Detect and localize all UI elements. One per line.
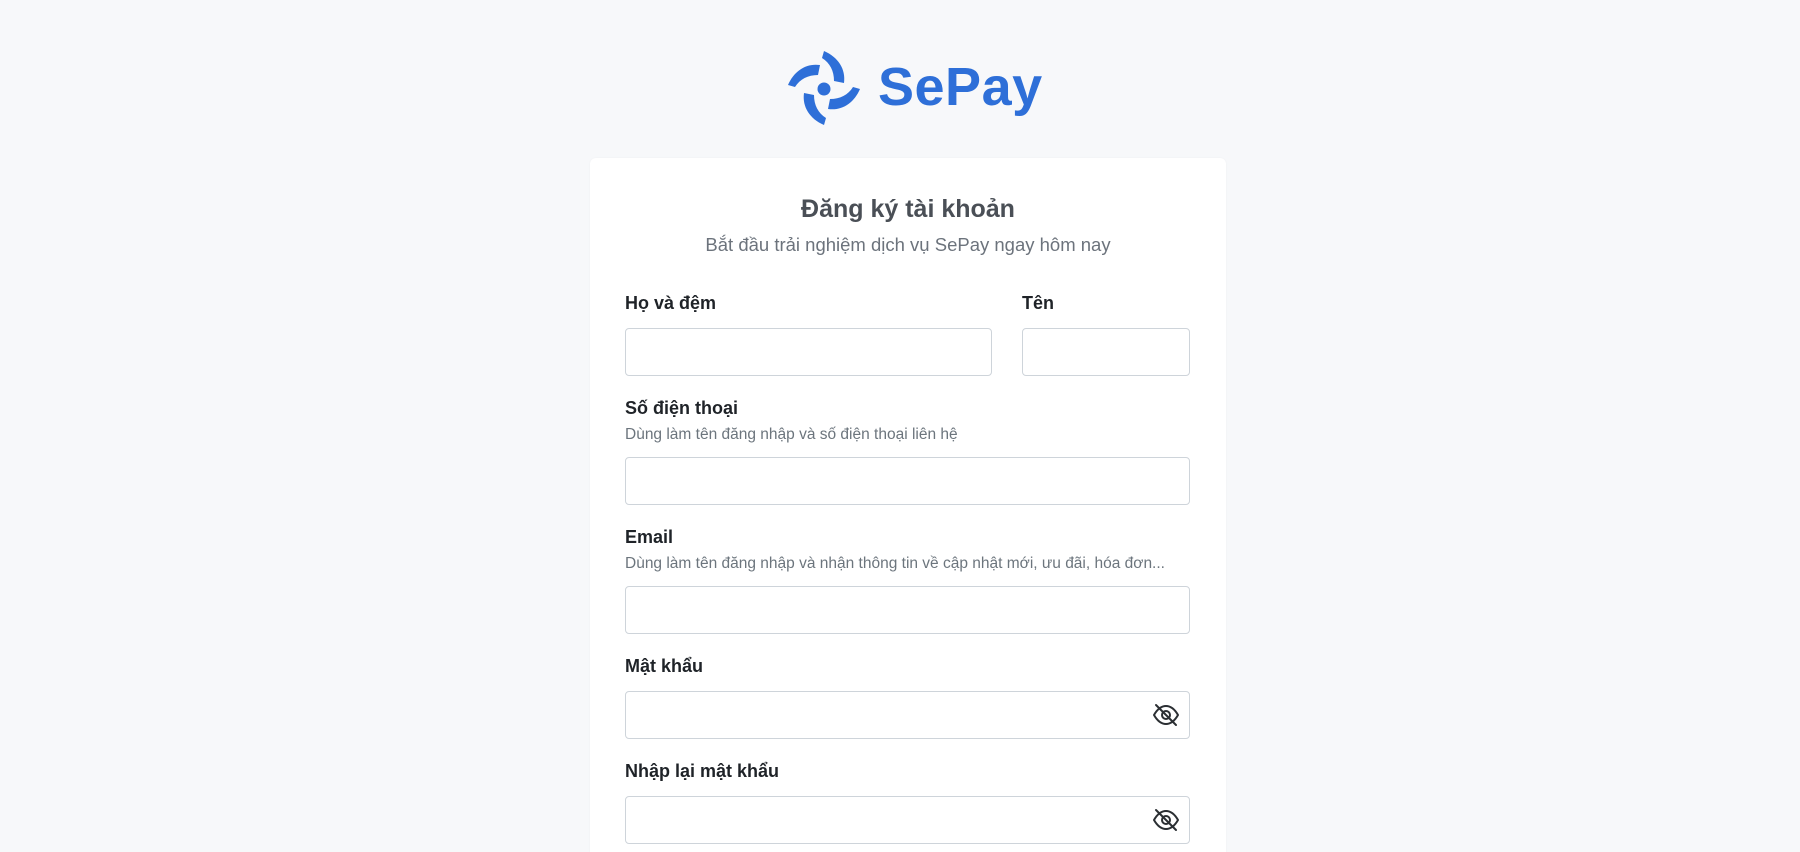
eye-slash-icon[interactable] (1152, 703, 1180, 727)
password-label: Mật khẩu (625, 656, 704, 676)
first-name-input[interactable] (1022, 328, 1190, 376)
sepay-logo-icon (788, 51, 860, 125)
signup-card: Đăng ký tài khoản Bắt đầu trải nghiệm dị… (590, 158, 1226, 852)
last-middle-name-input[interactable] (625, 328, 992, 376)
eye-slash-icon[interactable] (1152, 808, 1180, 832)
phone-input[interactable] (625, 457, 1190, 505)
phone-label: Số điện thoại (625, 398, 739, 418)
password-confirm-input[interactable] (625, 796, 1190, 844)
password-confirm-label: Nhập lại mật khẩu (625, 761, 780, 781)
email-label: Email (625, 527, 674, 547)
phone-hint: Dùng làm tên đăng nhập và số điện thoại … (625, 426, 958, 443)
brand-name: SePay (878, 57, 1043, 117)
password-input[interactable] (625, 691, 1190, 739)
email-input[interactable] (625, 586, 1190, 634)
first-name-label: Tên (1022, 293, 1055, 313)
form-subtitle: Bắt đầu trải nghiệm dịch vụ SePay ngay h… (705, 234, 1111, 255)
signup-page: SePay Đăng ký tài khoản Bắt đầu trải ngh… (0, 0, 1800, 852)
email-hint: Dùng làm tên đăng nhập và nhận thông tin… (625, 555, 1165, 572)
form-title: Đăng ký tài khoản (801, 195, 1015, 223)
last-middle-name-label: Họ và đệm (625, 293, 717, 313)
sepay-logo[interactable]: SePay (786, 46, 1043, 128)
